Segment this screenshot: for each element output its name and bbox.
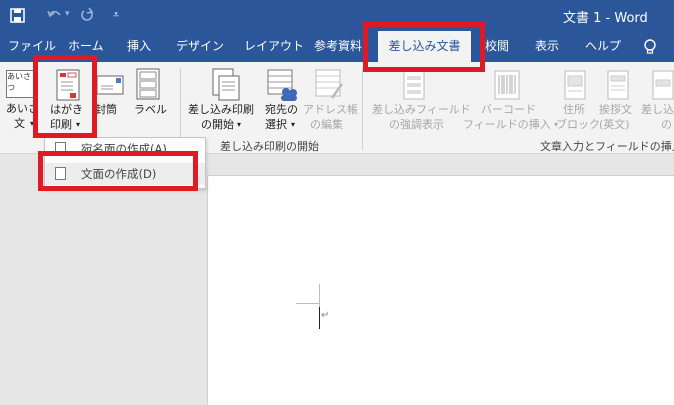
highlight-fields-icon	[403, 70, 425, 100]
insert-field-label-2: の	[661, 118, 672, 131]
tab-layout[interactable]: レイアウト	[244, 31, 304, 62]
lightbulb-icon[interactable]	[643, 39, 657, 55]
start-merge-label-1[interactable]: 差し込み印刷	[188, 103, 254, 117]
greeting-line-label-2: (英文)	[599, 118, 630, 131]
tab-review[interactable]: 校閲	[485, 31, 509, 62]
text-cursor	[319, 307, 320, 329]
insert-field-label-1: 差し込	[641, 103, 674, 116]
start-merge-dropdown-icon[interactable]: ▾	[237, 118, 241, 132]
highlight-fields-label-1: 差し込みフィールド	[372, 103, 471, 116]
undo-dropdown-icon[interactable]: ▾	[65, 9, 70, 19]
ribbon-tab-bar: ファイル ホーム 挿入 デザイン レイアウト 参考資料 差し込み文書 校閲 表示…	[0, 31, 674, 62]
greeting-doc-icon: あいさつ	[6, 70, 36, 98]
recipients-icon	[267, 69, 297, 101]
start-merge-icon	[212, 68, 240, 101]
start-merge-label-2[interactable]: の開始	[201, 118, 234, 132]
envelope-button[interactable]: 封筒	[95, 103, 117, 117]
recipients-label-2[interactable]: 選択	[265, 118, 287, 132]
highlight-box-hagaki-button	[33, 55, 97, 138]
edit-list-label-2: の編集	[310, 118, 343, 131]
tab-design[interactable]: デザイン	[176, 31, 224, 62]
redo-icon[interactable]	[80, 7, 94, 22]
greeting-line-icon	[607, 70, 629, 100]
save-icon[interactable]	[10, 8, 25, 23]
edit-list-icon	[315, 69, 344, 99]
envelope-icon	[96, 75, 124, 95]
highlight-box-mailings-tab	[363, 22, 485, 72]
barcode-label-1: バーコード	[481, 103, 536, 116]
address-block-icon	[564, 70, 586, 100]
fields-group-label: 文章入力とフィールドの挿入	[540, 140, 674, 153]
insert-field-icon	[652, 70, 674, 100]
paragraph-mark: ↵	[321, 310, 330, 321]
greeting-label-2[interactable]: 文	[14, 117, 25, 131]
barcode-icon	[494, 70, 520, 100]
greeting-line-label-1: 挨拶文	[599, 103, 632, 116]
label-sheet-icon	[136, 68, 160, 100]
address-block-label-2: ブロック	[556, 118, 600, 131]
title-bar: ▾ ⩡ 文書 1 - Word	[0, 0, 674, 31]
window-title: 文書 1 - Word	[563, 11, 648, 26]
recipients-label-1[interactable]: 宛先の	[265, 103, 298, 117]
recipients-dropdown-icon[interactable]: ▾	[291, 118, 295, 132]
highlight-box-message-item	[38, 151, 198, 191]
address-block-label-1: 住所	[563, 103, 585, 116]
undo-icon[interactable]	[46, 8, 62, 22]
tab-insert[interactable]: 挿入	[127, 31, 151, 62]
margin-crop-mark	[296, 303, 319, 304]
start-group-label: 差し込み印刷の開始	[220, 140, 319, 153]
tab-references[interactable]: 参考資料	[314, 31, 362, 62]
group-separator	[362, 68, 363, 150]
edit-list-label-1: アドレス帳	[303, 103, 358, 116]
customize-icon[interactable]: ⩡	[113, 8, 119, 22]
tab-help[interactable]: ヘルプ	[585, 31, 621, 62]
barcode-label-2: フィールドの挿入	[463, 118, 551, 131]
label-button[interactable]: ラベル	[134, 103, 167, 117]
document-page[interactable]: ↵	[207, 175, 674, 405]
highlight-fields-label-2: の強調表示	[389, 118, 444, 131]
tab-view[interactable]: 表示	[535, 31, 559, 62]
